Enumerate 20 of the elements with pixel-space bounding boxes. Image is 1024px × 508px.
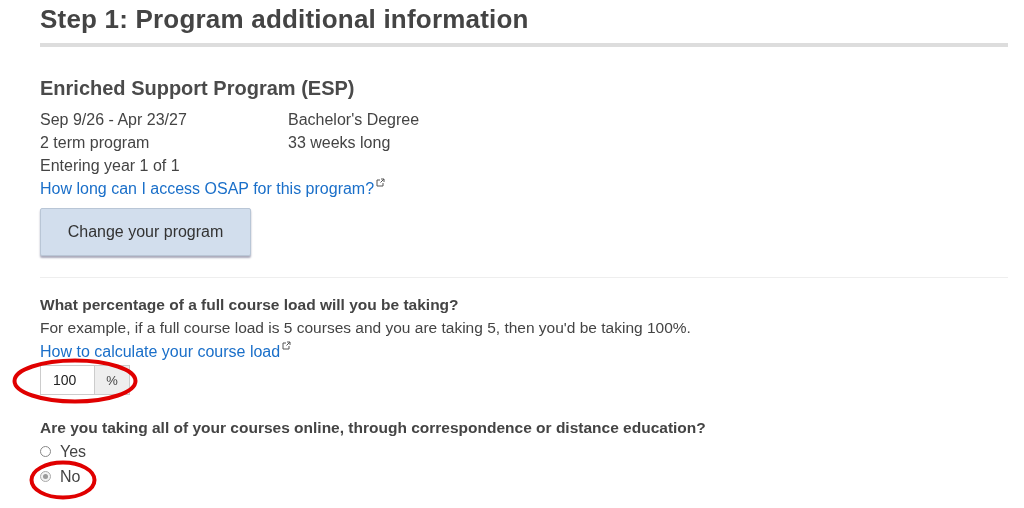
change-program-button[interactable]: Change your program — [40, 208, 251, 256]
percentage-input[interactable]: 100 — [40, 365, 95, 395]
course-load-link[interactable]: How to calculate your course load — [40, 343, 292, 360]
question-text: What percentage of a full course load will you be taking? — [40, 295, 460, 315]
program-title: Enriched Support Program (ESP) — [40, 77, 356, 100]
question-text: Are you taking all of your courses online, through correspondence or distance education? — [40, 418, 707, 438]
program-detail: Sep 9/26 - Apr 23/27 — [40, 110, 188, 130]
program-detail: Entering year 1 of 1 — [40, 156, 181, 176]
radio-button[interactable] — [40, 446, 51, 457]
page-heading: Step 1: Program additional information — [40, 4, 1008, 47]
radio-label[interactable]: Yes — [60, 442, 87, 461]
program-detail: 2 term program — [40, 133, 151, 153]
osap-access-link[interactable]: How long can I access OSAP for this program? — [40, 180, 386, 197]
radio-label[interactable]: No — [60, 467, 81, 486]
program-detail: Bachelor's Degree — [288, 110, 420, 130]
program-detail: 33 weeks long — [288, 133, 392, 153]
radio-button[interactable] — [40, 471, 51, 482]
external-link-icon — [376, 178, 386, 187]
external-link-icon — [282, 341, 292, 350]
hint-text: For example, if a full course load is 5 courses and you are taking 5, then you'd be taking 100%. — [40, 318, 692, 338]
